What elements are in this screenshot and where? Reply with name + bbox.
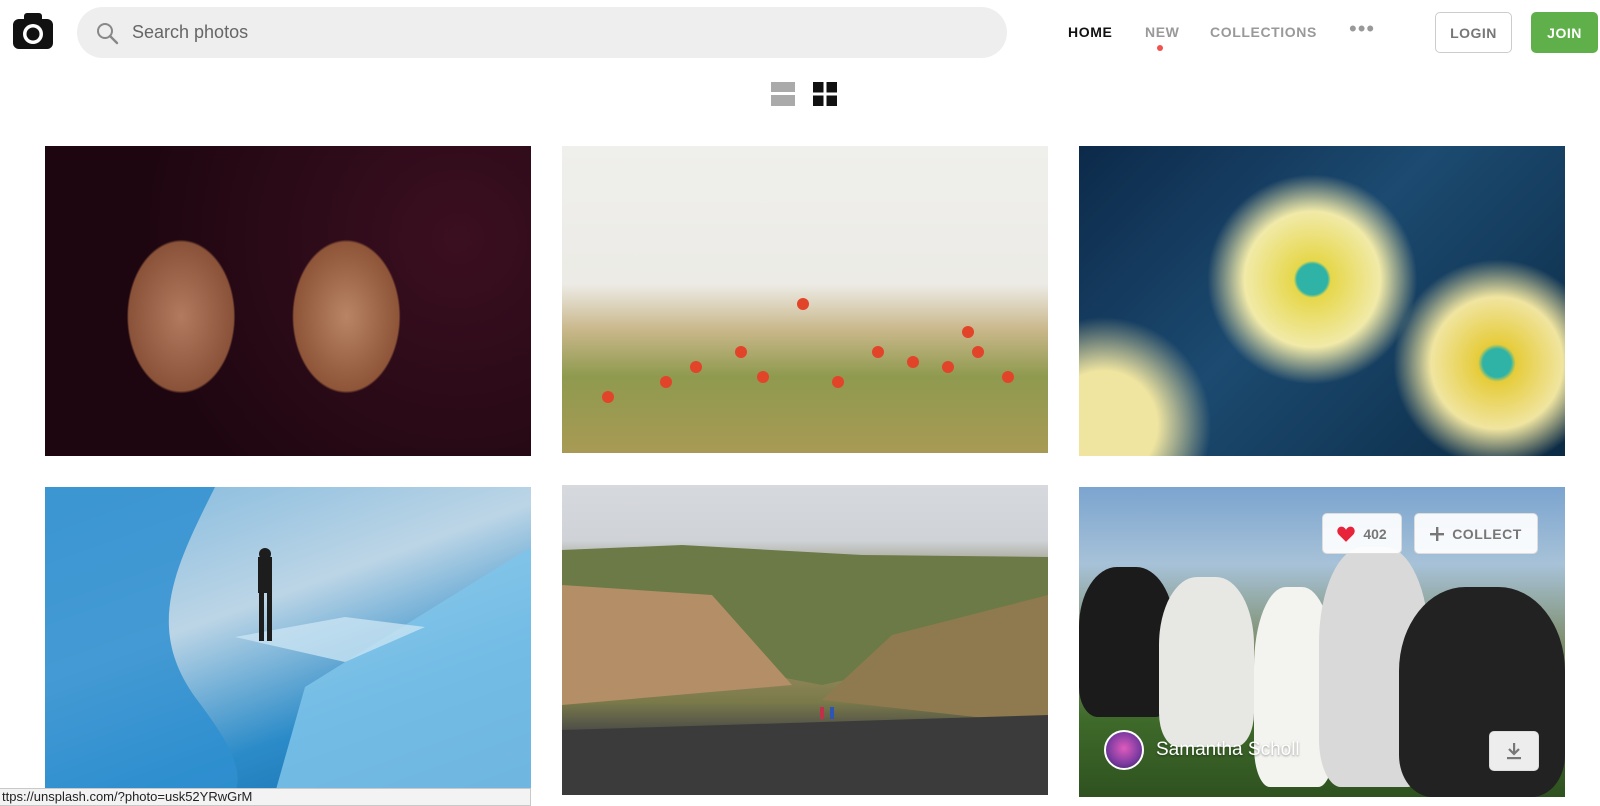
ice-illustration <box>45 487 531 793</box>
poppy-flower <box>832 376 844 388</box>
more-menu-icon[interactable]: ••• <box>1349 18 1377 42</box>
poppy-flower <box>602 391 614 403</box>
photo-mountain-valley[interactable] <box>562 485 1048 795</box>
photo-henna-hands[interactable] <box>45 146 531 456</box>
search-bar <box>77 7 1007 58</box>
collect-label: COLLECT <box>1452 525 1522 542</box>
like-count: 402 <box>1363 525 1387 542</box>
like-button[interactable]: 402 <box>1322 513 1402 554</box>
photo-glacier-ice[interactable] <box>45 487 531 793</box>
poppy-flower <box>972 346 984 358</box>
collect-button[interactable]: COLLECT <box>1414 513 1538 554</box>
search-input[interactable] <box>132 15 982 50</box>
poppy-flower <box>660 376 672 388</box>
poppy-flower <box>735 346 747 358</box>
plus-icon <box>1430 526 1445 541</box>
top-navbar: HOME NEW COLLECTIONS ••• LOGIN JOIN <box>0 0 1600 64</box>
status-bar-url: ttps://unsplash.com/?photo=usk52YRwGrM <box>0 788 531 806</box>
poppy-flower <box>942 361 954 373</box>
avatar <box>1104 730 1144 770</box>
download-button[interactable] <box>1489 731 1539 771</box>
heart-icon <box>1337 526 1356 542</box>
grid-view-icon[interactable] <box>813 82 837 106</box>
author-name: Samantha Scholl <box>1156 739 1300 760</box>
poppy-flower <box>872 346 884 358</box>
photo-author[interactable]: Samantha Scholl <box>1104 730 1300 770</box>
nav-new[interactable]: NEW <box>1145 24 1179 40</box>
horse-shape <box>1399 587 1565 797</box>
horse-shape <box>1159 577 1254 747</box>
download-icon <box>1507 743 1521 760</box>
poppy-flower <box>690 361 702 373</box>
search-icon <box>97 23 119 45</box>
poppy-flower <box>757 371 769 383</box>
poppy-flower <box>962 326 974 338</box>
poppy-flower <box>797 298 809 310</box>
photo-poppy-field[interactable] <box>562 146 1048 453</box>
valley-illustration <box>562 545 1048 795</box>
nav-home[interactable]: HOME <box>1068 24 1112 40</box>
new-indicator-dot <box>1157 45 1163 51</box>
join-button[interactable]: JOIN <box>1531 12 1598 53</box>
photo-yellow-flowers[interactable] <box>1079 146 1565 456</box>
login-button[interactable]: LOGIN <box>1435 12 1512 53</box>
list-view-icon[interactable] <box>771 82 795 106</box>
camera-icon[interactable] <box>12 12 54 50</box>
poppy-flower <box>1002 371 1014 383</box>
poppy-flower <box>907 356 919 368</box>
nav-collections[interactable]: COLLECTIONS <box>1210 24 1317 40</box>
